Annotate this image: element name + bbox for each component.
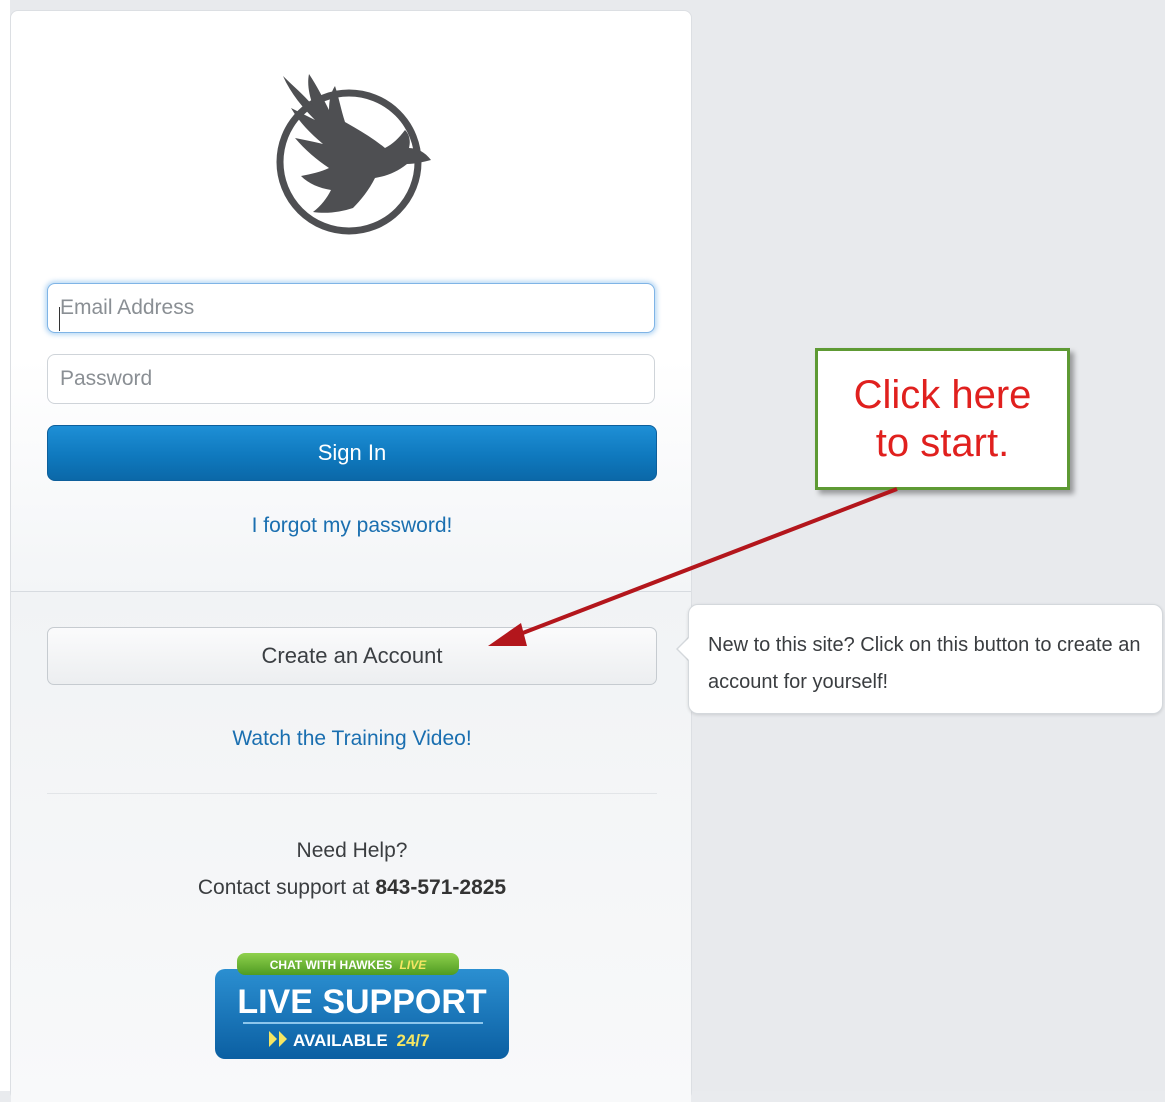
- create-account-tooltip: New to this site? Click on this button t…: [688, 604, 1163, 714]
- need-help-label: Need Help?: [296, 839, 408, 862]
- section-divider: [47, 793, 657, 794]
- email-input[interactable]: [47, 283, 655, 333]
- badge-bottom-text: AVAILABLE: [293, 1031, 388, 1050]
- forgot-password-link[interactable]: I forgot my password!: [47, 514, 657, 538]
- text-caret: [59, 307, 60, 331]
- training-video-link[interactable]: Watch the Training Video!: [47, 727, 657, 751]
- contact-prefix: Contact support at: [197, 876, 370, 899]
- tooltip-text: New to this site? Click on this button t…: [708, 634, 1141, 693]
- left-margin: [0, 0, 10, 1091]
- badge-top-text: CHAT WITH HAWKES: [270, 958, 392, 972]
- login-panel: Sign In I forgot my password! Create an …: [10, 10, 692, 1102]
- badge-main-text: LIVE SUPPORT: [237, 983, 487, 1021]
- badge-bottom-hours: 24/7: [397, 1031, 430, 1050]
- callout-line-1: Click here: [853, 373, 1032, 417]
- badge-top-live: LIVE: [400, 958, 428, 972]
- eagle-logo-icon: [276, 74, 431, 235]
- support-phone: 843-571-2825: [375, 876, 507, 899]
- click-here-callout: Click here to start.: [815, 348, 1070, 490]
- password-input[interactable]: [47, 354, 655, 404]
- live-support-badge[interactable]: CHAT WITH HAWKES LIVE LIVE SUPPORT AVAIL…: [213, 951, 511, 1061]
- sign-in-button[interactable]: Sign In: [47, 425, 657, 481]
- tooltip-tail-inner: [678, 637, 690, 661]
- callout-line-2: to start.: [875, 421, 1010, 465]
- svg-text:AVAILABLE 24/7: AVAILABLE 24/7: [293, 1031, 430, 1050]
- svg-text:CHAT WITH HAWKES LIVE: CHAT WITH HAWKES LIVE: [270, 958, 427, 972]
- create-account-button[interactable]: Create an Account: [47, 627, 657, 685]
- contact-support-line: Contact support at 843-571-2825: [47, 876, 657, 900]
